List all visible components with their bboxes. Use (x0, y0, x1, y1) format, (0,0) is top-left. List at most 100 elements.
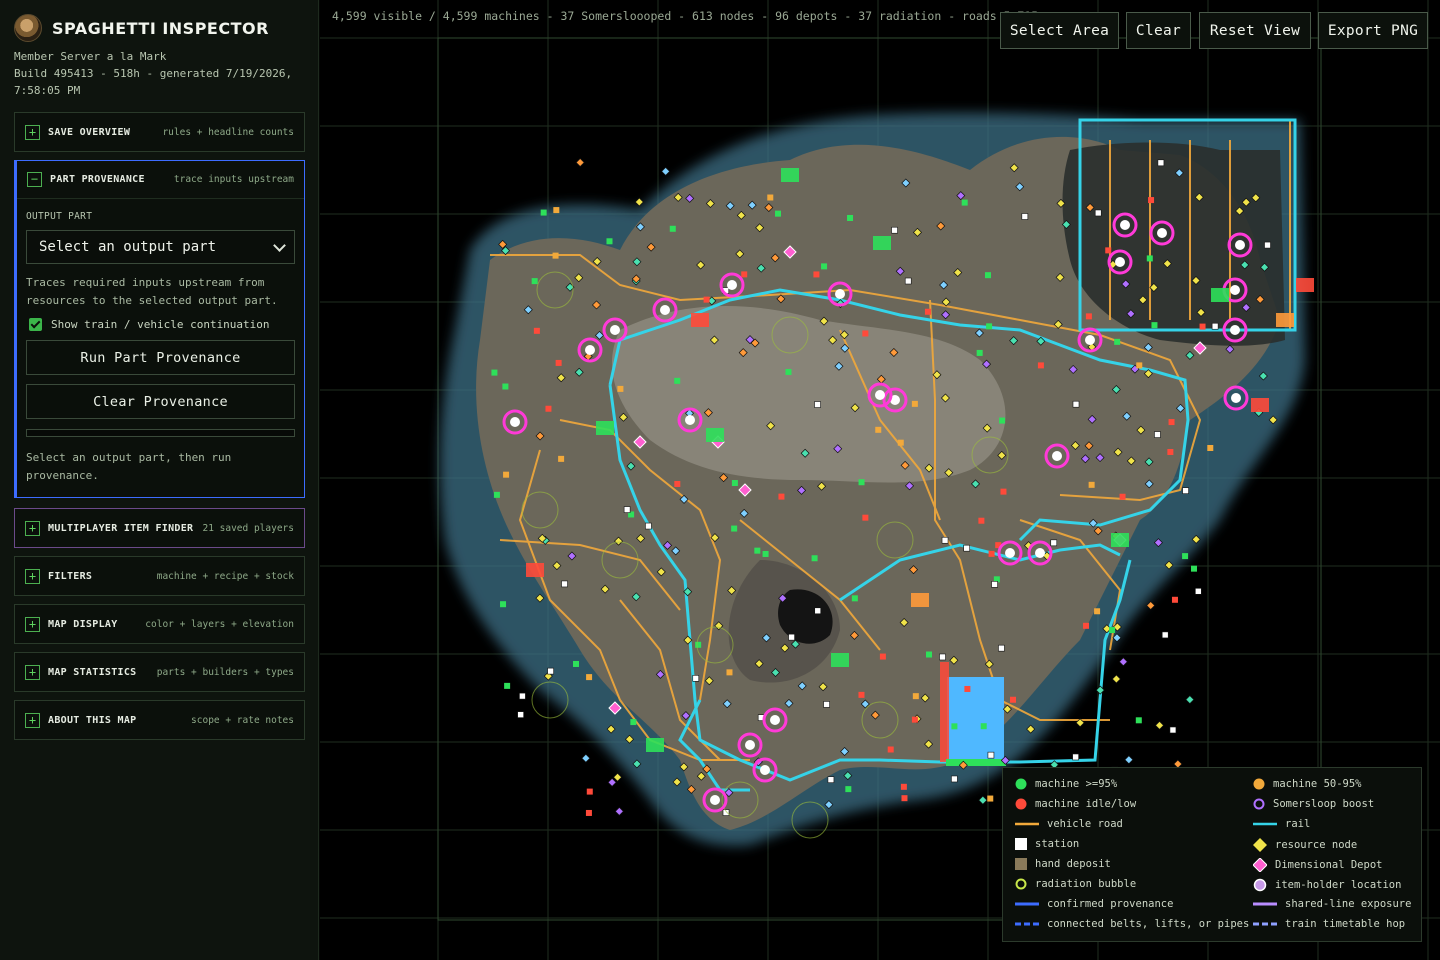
machine-marker[interactable] (961, 199, 968, 206)
machine-marker[interactable] (900, 783, 907, 790)
clear-provenance-button[interactable]: Clear Provenance (26, 384, 295, 419)
machine-marker[interactable] (573, 660, 580, 667)
resource-node-marker[interactable] (661, 166, 671, 176)
expand-icon[interactable]: + (25, 568, 40, 584)
station-marker[interactable] (623, 506, 631, 513)
machine-cluster[interactable] (691, 313, 709, 327)
machine-marker[interactable] (1119, 493, 1126, 500)
machine-marker[interactable] (901, 795, 908, 802)
machine-marker[interactable] (778, 493, 785, 500)
machine-marker[interactable] (999, 417, 1006, 424)
machine-marker[interactable] (879, 653, 886, 660)
expand-icon[interactable]: + (25, 520, 40, 536)
machine-cluster[interactable] (646, 738, 664, 752)
machine-marker[interactable] (813, 271, 820, 278)
station-marker[interactable] (1264, 241, 1271, 249)
machine-marker[interactable] (1010, 696, 1017, 703)
expand-icon[interactable]: + (25, 616, 40, 632)
machine-marker[interactable] (1171, 596, 1178, 603)
machine-cluster[interactable] (1211, 288, 1229, 302)
station-marker[interactable] (991, 581, 998, 588)
machine-marker[interactable] (1114, 338, 1121, 345)
station-marker[interactable] (823, 701, 830, 708)
section-map-statistics[interactable]: + MAP STATISTICS parts + builders + type… (14, 652, 305, 692)
machine-marker[interactable] (1167, 448, 1174, 455)
machine-marker[interactable] (775, 210, 782, 217)
machine-marker[interactable] (533, 327, 540, 334)
machine-marker[interactable] (630, 719, 637, 726)
station-marker[interactable] (1161, 631, 1169, 639)
machine-marker[interactable] (976, 349, 983, 356)
station-marker[interactable] (519, 692, 526, 700)
machine-marker[interactable] (978, 517, 985, 524)
machine-marker[interactable] (986, 323, 993, 330)
machine-marker[interactable] (1094, 608, 1101, 615)
machine-marker[interactable] (503, 471, 510, 478)
machine-marker[interactable] (553, 207, 560, 214)
machine-cluster[interactable] (873, 236, 891, 250)
machine-marker[interactable] (862, 514, 869, 521)
reset-view-button[interactable]: Reset View (1199, 12, 1311, 49)
machine-marker[interactable] (1207, 444, 1214, 451)
station-marker[interactable] (1072, 400, 1080, 408)
station-marker[interactable] (1021, 213, 1029, 220)
machine-marker[interactable] (988, 550, 995, 557)
machine-marker[interactable] (552, 252, 559, 259)
machine-marker[interactable] (500, 601, 507, 608)
section-header[interactable]: − PART PROVENANCE trace inputs upstream (17, 161, 304, 199)
collapse-icon[interactable]: − (27, 172, 42, 187)
machine-marker[interactable] (586, 674, 593, 681)
resource-node-marker[interactable] (1118, 657, 1128, 667)
machine-marker[interactable] (531, 278, 538, 285)
machine-marker[interactable] (924, 308, 931, 315)
resource-node-marker[interactable] (581, 753, 591, 763)
machine-marker[interactable] (731, 480, 738, 487)
machine-marker[interactable] (1168, 419, 1175, 426)
machine-marker[interactable] (1136, 362, 1143, 369)
machine-marker[interactable] (767, 194, 774, 201)
machine-marker[interactable] (911, 716, 918, 723)
machine-marker[interactable] (1037, 362, 1044, 369)
machine-marker[interactable] (980, 723, 987, 730)
station-marker[interactable] (941, 536, 949, 544)
machine-marker[interactable] (912, 693, 919, 700)
machine-marker[interactable] (858, 479, 865, 486)
machine-marker[interactable] (821, 263, 828, 270)
station-marker[interactable] (1154, 431, 1161, 438)
resource-node-marker[interactable] (614, 806, 624, 816)
machine-marker[interactable] (493, 491, 500, 498)
machine-cluster[interactable] (1111, 533, 1129, 547)
machine-marker[interactable] (785, 368, 792, 375)
resource-node-marker[interactable] (634, 197, 644, 207)
machine-marker[interactable] (674, 377, 681, 384)
output-part-select[interactable]: Select an output part (26, 230, 295, 264)
machine-marker[interactable] (741, 271, 748, 278)
resource-node-marker[interactable] (575, 157, 585, 167)
machine-marker[interactable] (811, 555, 818, 562)
expand-icon[interactable]: + (25, 712, 40, 728)
expand-icon[interactable]: + (25, 124, 40, 140)
station-marker[interactable] (1169, 726, 1177, 734)
machine-marker[interactable] (1190, 565, 1197, 572)
clear-button[interactable]: Clear (1126, 12, 1191, 49)
machine-marker[interactable] (1135, 717, 1142, 724)
machine-marker[interactable] (847, 214, 854, 221)
machine-cluster[interactable] (781, 168, 799, 182)
train-continuation-checkbox[interactable] (29, 318, 42, 331)
station-marker[interactable] (891, 226, 898, 234)
section-save-overview[interactable]: + SAVE OVERVIEW rules + headline counts (14, 112, 305, 152)
resource-node-marker[interactable] (613, 772, 623, 782)
machine-cluster[interactable] (706, 428, 724, 442)
station-marker[interactable] (1195, 587, 1202, 595)
machine-marker[interactable] (862, 330, 869, 337)
machine-marker[interactable] (926, 651, 933, 658)
station-marker[interactable] (645, 522, 652, 530)
station-marker[interactable] (827, 776, 835, 783)
machine-marker[interactable] (726, 669, 733, 676)
station-marker[interactable] (561, 580, 568, 588)
expand-icon[interactable]: + (25, 664, 40, 680)
machine-marker[interactable] (1088, 481, 1095, 488)
machine-marker[interactable] (558, 455, 565, 462)
machine-marker[interactable] (1148, 197, 1155, 204)
station-marker[interactable] (1182, 487, 1189, 494)
